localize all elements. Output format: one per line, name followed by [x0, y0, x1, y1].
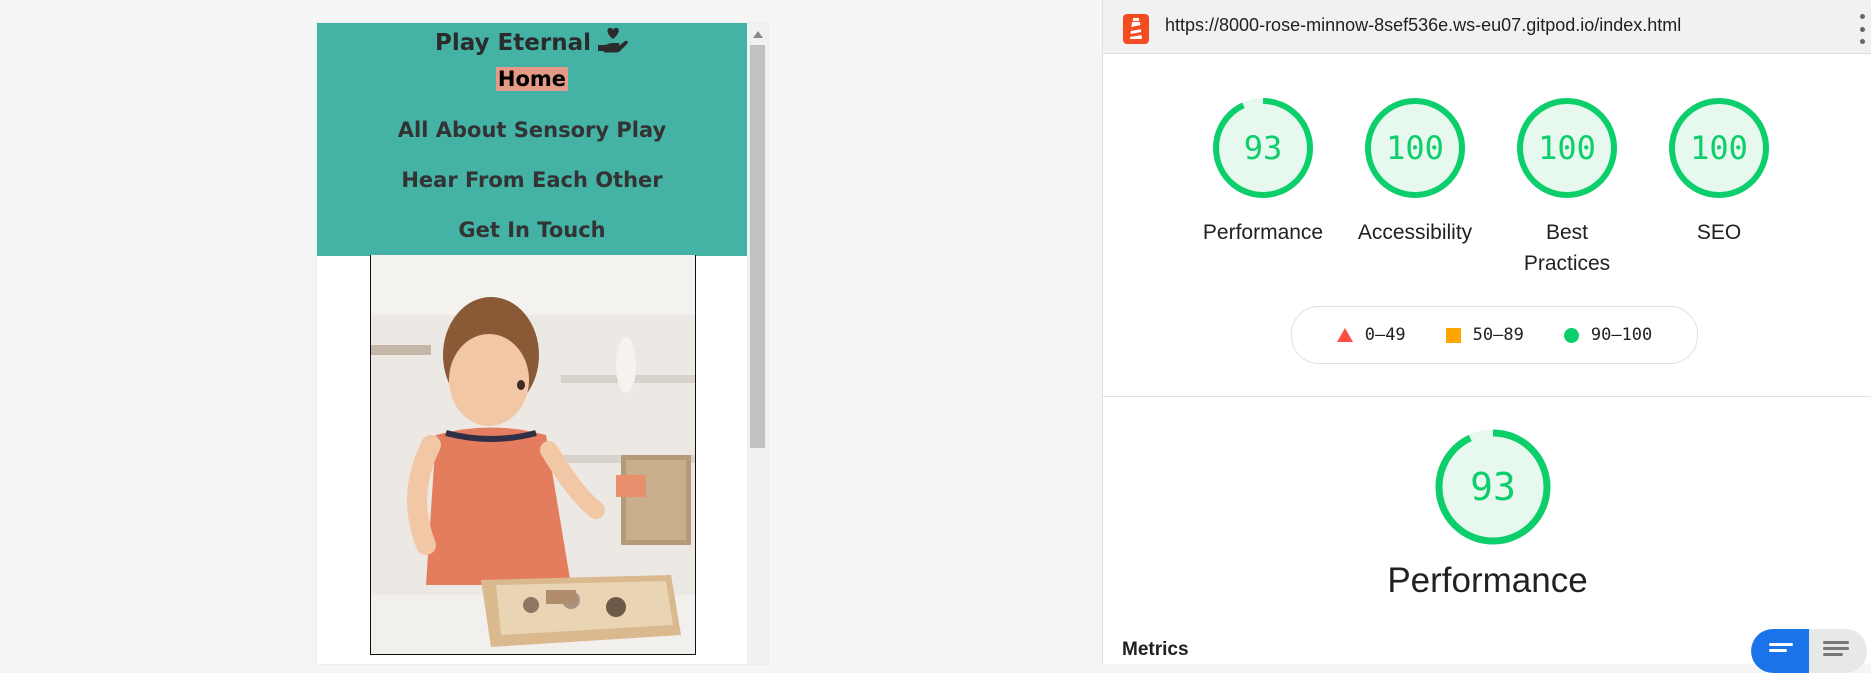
hero-image: [370, 255, 696, 655]
hand-holding-heart-icon: [597, 25, 629, 61]
nav-link-hear-from-each-other[interactable]: Hear From Each Other: [317, 168, 747, 192]
gauge-label: Best Practices: [1523, 221, 1611, 275]
gauge-ring: 100: [1365, 98, 1465, 198]
performance-title: Performance: [1387, 561, 1588, 600]
lighthouse-logo-icon: [1123, 14, 1149, 44]
metrics-view-toggle[interactable]: [1751, 629, 1867, 673]
performance-score: 93: [1470, 465, 1516, 509]
viewport-scrollbar[interactable]: [747, 23, 768, 664]
gauge-label: SEO: [1696, 221, 1742, 244]
lighthouse-report-panel: https://8000-rose-minnow-8sef536e.ws-eu0…: [1102, 0, 1871, 673]
gauge-performance[interactable]: 93 Performance: [1188, 96, 1338, 248]
square-icon: [1445, 327, 1461, 343]
gauge-score: 100: [1386, 129, 1444, 167]
list-view-icon[interactable]: [1809, 629, 1867, 673]
nav-link-label: Get In Touch: [458, 218, 606, 242]
gauge-best-practices[interactable]: 100 Best Practices: [1492, 96, 1642, 279]
gauge-ring: 100: [1517, 98, 1617, 198]
legend-range: 50–89: [1472, 325, 1524, 345]
legend-item-pass: 90–100: [1563, 325, 1653, 345]
nav-link-home[interactable]: Home: [317, 67, 747, 91]
nav-link-sensory-play[interactable]: All About Sensory Play: [317, 118, 747, 142]
gauge-seo[interactable]: 100 SEO: [1644, 96, 1794, 248]
section-divider: [1103, 396, 1871, 397]
gauge-score: 93: [1244, 129, 1283, 167]
legend-item-fail: 0–49: [1336, 325, 1406, 345]
mobile-viewport: Play Eternal Home All About Sensory Play…: [317, 23, 768, 664]
nav-link-label: All About Sensory Play: [397, 118, 667, 142]
gauge-accessibility[interactable]: 100 Accessibility: [1340, 96, 1490, 248]
legend-item-average: 50–89: [1445, 325, 1524, 345]
legend-range: 90–100: [1590, 325, 1653, 345]
nav-link-label: Hear From Each Other: [401, 168, 663, 192]
gauge-ring: 100: [1669, 98, 1769, 198]
gauge-label: Performance: [1202, 221, 1324, 244]
gauge-label: Accessibility: [1357, 221, 1473, 244]
gauge-ring: 93: [1213, 98, 1313, 198]
score-scale-legend: 0–49 50–89 90–100: [1291, 306, 1698, 364]
scroll-up-arrow-icon[interactable]: [753, 31, 763, 38]
gauge-score: 100: [1538, 129, 1596, 167]
report-url[interactable]: https://8000-rose-minnow-8sef536e.ws-eu0…: [1165, 15, 1681, 36]
triangle-icon: [1336, 328, 1353, 342]
legend-range: 0–49: [1364, 325, 1406, 345]
circle-icon: [1563, 327, 1579, 343]
gauge-score: 100: [1690, 129, 1748, 167]
report-url-bar: https://8000-rose-minnow-8sef536e.ws-eu0…: [1103, 0, 1871, 54]
nav-link-get-in-touch[interactable]: Get In Touch: [317, 218, 747, 242]
brand-name: Play Eternal: [435, 30, 591, 56]
brand-logo[interactable]: Play Eternal: [317, 23, 747, 63]
summary-view-icon[interactable]: [1751, 629, 1809, 673]
nav-link-label: Home: [495, 67, 569, 91]
site-navbar: Play Eternal Home All About Sensory Play…: [317, 23, 747, 256]
scrollbar-thumb[interactable]: [750, 45, 765, 448]
more-options-icon[interactable]: [1860, 14, 1866, 44]
metrics-heading: Metrics: [1122, 639, 1189, 660]
performance-gauge-large: 93: [1435, 429, 1551, 545]
